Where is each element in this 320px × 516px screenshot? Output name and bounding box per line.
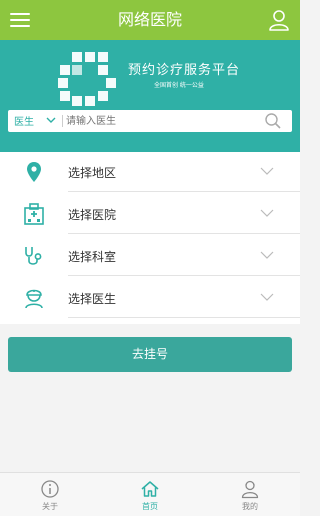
chevron-down-icon <box>260 167 274 175</box>
chevron-down-icon <box>260 293 274 301</box>
row-divider <box>68 191 300 192</box>
filter-list: 选择地区 选择医院 选择科室 选择医生 <box>0 152 300 324</box>
location-icon <box>27 162 41 182</box>
banner-slogan: 预约诊疗服务平台 <box>128 63 241 78</box>
user-profile-icon[interactable] <box>268 8 290 32</box>
page-title: 网络医院 <box>117 10 182 29</box>
tab-label: 我的 <box>242 502 258 511</box>
row-divider <box>68 317 300 318</box>
filter-label: 选择地区 <box>68 166 117 180</box>
register-button[interactable]: 去挂号 <box>8 337 292 372</box>
filter-label: 选择医生 <box>68 292 117 306</box>
search-icon[interactable] <box>264 112 282 130</box>
user-icon <box>241 480 259 499</box>
filter-row-department[interactable]: 选择科室 <box>0 236 300 276</box>
home-icon <box>141 481 159 497</box>
top-bar: 网络医院 <box>0 0 300 40</box>
tab-label: 首页 <box>142 502 158 511</box>
search-input[interactable] <box>66 112 256 130</box>
search-divider <box>62 115 63 127</box>
filter-row-doctor[interactable]: 选择医生 <box>0 278 300 318</box>
search-bar: 医生 <box>8 110 292 132</box>
chevron-down-icon <box>260 251 274 259</box>
search-type-select[interactable]: 医生 <box>14 113 34 128</box>
platform-logo <box>58 52 120 108</box>
tab-bar: 关于 首页 我的 <box>0 472 300 516</box>
banner-subtitle: 全国首创 统一公益 <box>154 82 204 89</box>
tab-about[interactable]: 关于 <box>0 473 100 516</box>
tab-home[interactable]: 首页 <box>100 473 200 516</box>
banner: 预约诊疗服务平台 全国首创 统一公益 <box>0 40 300 152</box>
chevron-down-icon <box>260 209 274 217</box>
tab-label: 关于 <box>42 502 58 511</box>
filter-row-region[interactable]: 选择地区 <box>0 152 300 192</box>
doctor-icon <box>25 289 43 309</box>
filter-label: 选择医院 <box>68 208 117 222</box>
filter-label: 选择科室 <box>68 250 117 264</box>
row-divider <box>68 233 300 234</box>
info-icon <box>41 480 59 498</box>
hospital-icon <box>24 203 44 225</box>
row-divider <box>68 275 300 276</box>
chevron-down-icon[interactable] <box>46 115 56 125</box>
filter-row-hospital[interactable]: 选择医院 <box>0 194 300 234</box>
stethoscope-icon <box>25 247 42 265</box>
tab-mine[interactable]: 我的 <box>200 473 300 516</box>
